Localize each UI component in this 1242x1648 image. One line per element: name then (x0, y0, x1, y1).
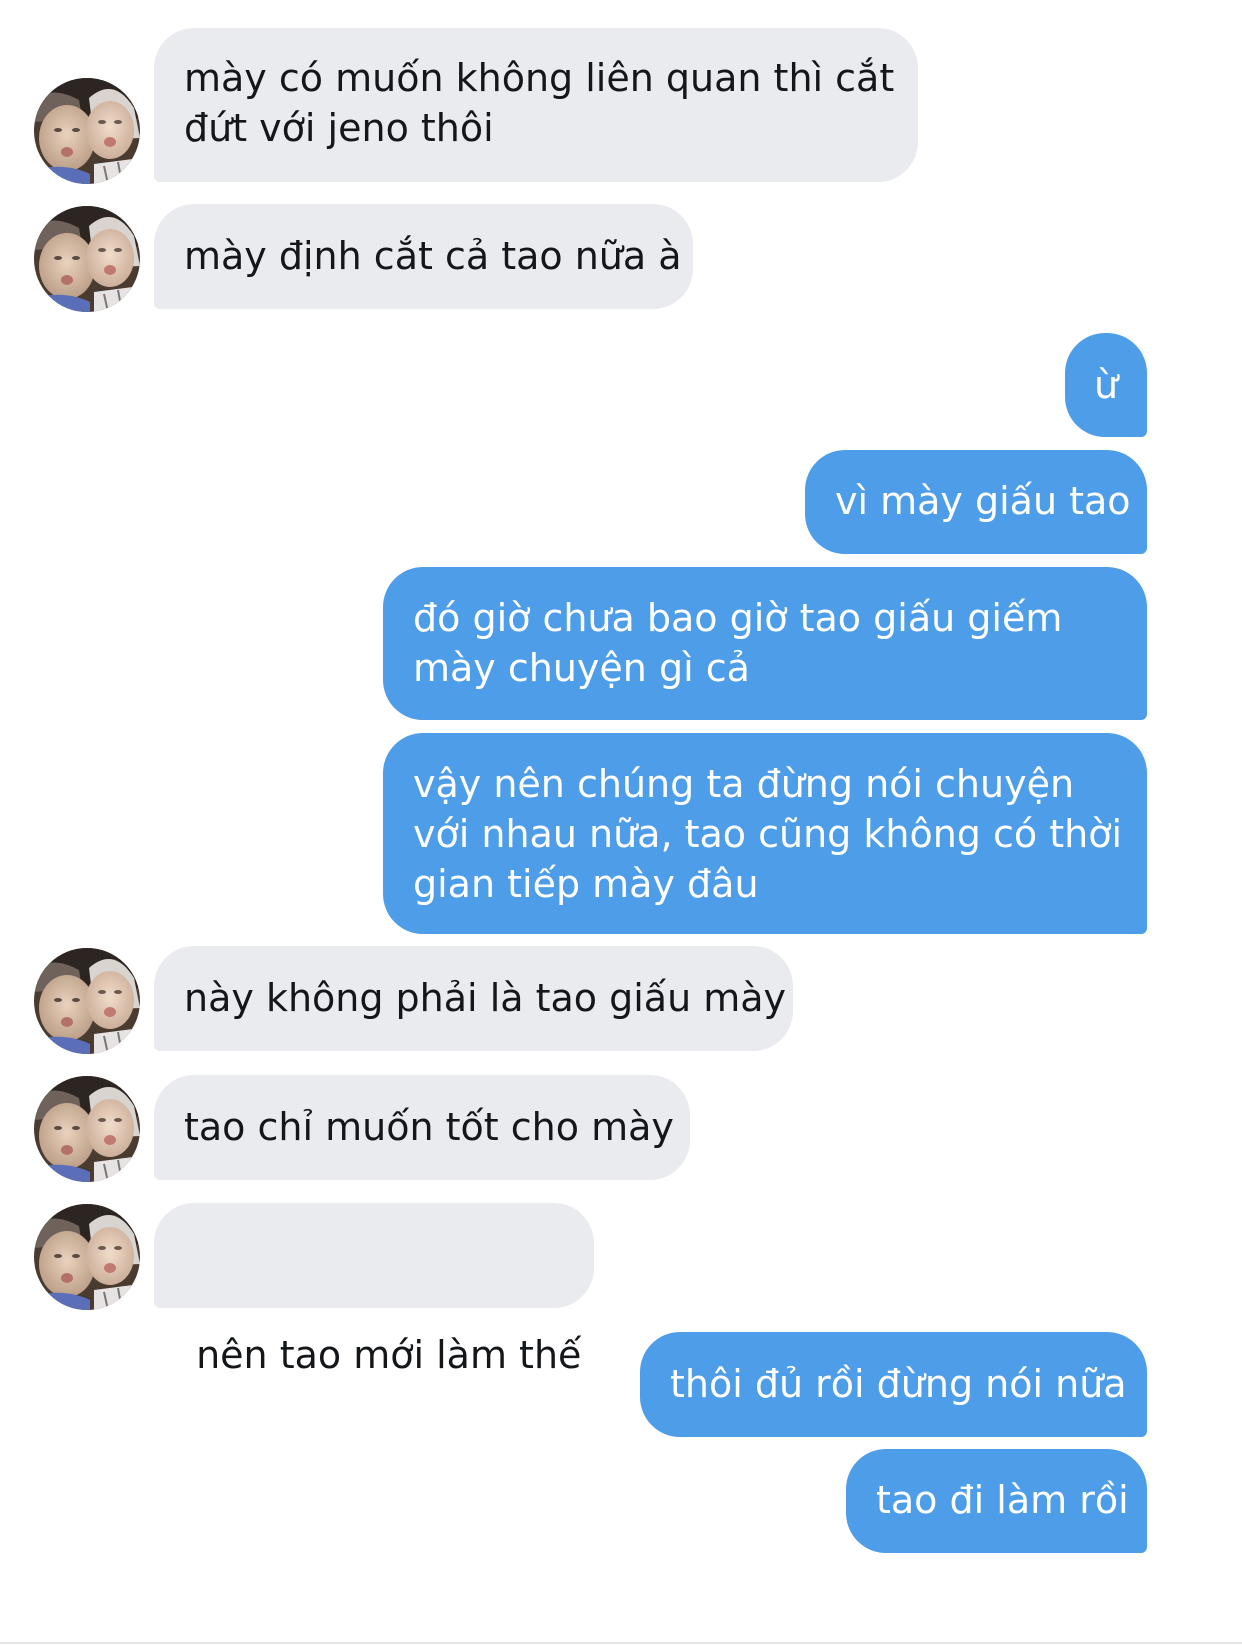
incoming-message-bubble[interactable]: mày có muốn không liên quan thì cắt đứt … (154, 28, 918, 182)
outgoing-message-bubble[interactable]: vì mày giấu tao (805, 450, 1147, 554)
message-text-line: vì mày giấu tao (835, 479, 1131, 523)
contact-avatar[interactable] (34, 206, 140, 312)
message-text-line: thôi đủ rồi đừng nói nữa (670, 1362, 1127, 1406)
outgoing-message-bubble[interactable]: đó giờ chưa bao giờ tao giấu giếm mày ch… (383, 567, 1147, 720)
message-text-line: đứt với jeno thôi (184, 106, 494, 150)
message-text-line: mày định cắt cả tao nữa à (184, 234, 682, 278)
message-text-line: nên tao mới làm thế (184, 1333, 582, 1377)
message-text-line: gian tiếp mày đâu (413, 862, 759, 906)
message-text-line: vậy nên chúng ta đừng nói chuyện (413, 762, 1075, 806)
message-text-line: tao đi làm rồi (876, 1478, 1129, 1522)
outgoing-message-bubble[interactable]: thôi đủ rồi đừng nói nữa (640, 1332, 1147, 1437)
contact-avatar[interactable] (34, 1204, 140, 1310)
contact-avatar[interactable] (34, 1076, 140, 1182)
message-text-line: mày có muốn không liên quan thì cắt (184, 56, 895, 100)
divider (0, 1642, 1242, 1644)
message-text-line: với nhau nữa, tao cũng không có thời (413, 812, 1123, 856)
incoming-message-bubble[interactable]: tao chỉ muốn tốt cho mày (154, 1075, 690, 1180)
message-text-line: tao chỉ muốn tốt cho mày (184, 1105, 674, 1149)
contact-avatar[interactable] (34, 78, 140, 184)
incoming-message-bubble[interactable]: nên tao mới làm thế (154, 1203, 594, 1377)
outgoing-message-bubble[interactable]: ừ (1065, 333, 1147, 437)
message-thread[interactable]: mày có muốn không liên quan thì cắt đứt … (0, 0, 1242, 1648)
outgoing-message-bubble[interactable]: tao đi làm rồi (846, 1449, 1147, 1553)
incoming-message-bubble[interactable]: này không phải là tao giấu mày (154, 946, 793, 1051)
message-text-line: mày chuyện gì cả (413, 646, 750, 690)
incoming-message-bubble[interactable]: mày định cắt cả tao nữa à (154, 204, 693, 309)
message-text-line: này không phải là tao giấu mày (184, 976, 787, 1020)
message-text-line: ừ (1093, 363, 1119, 407)
message-text-line: đó giờ chưa bao giờ tao giấu giếm (413, 596, 1063, 640)
contact-avatar[interactable] (34, 948, 140, 1054)
outgoing-message-bubble[interactable]: vậy nên chúng ta đừng nói chuyện với nha… (383, 733, 1147, 934)
